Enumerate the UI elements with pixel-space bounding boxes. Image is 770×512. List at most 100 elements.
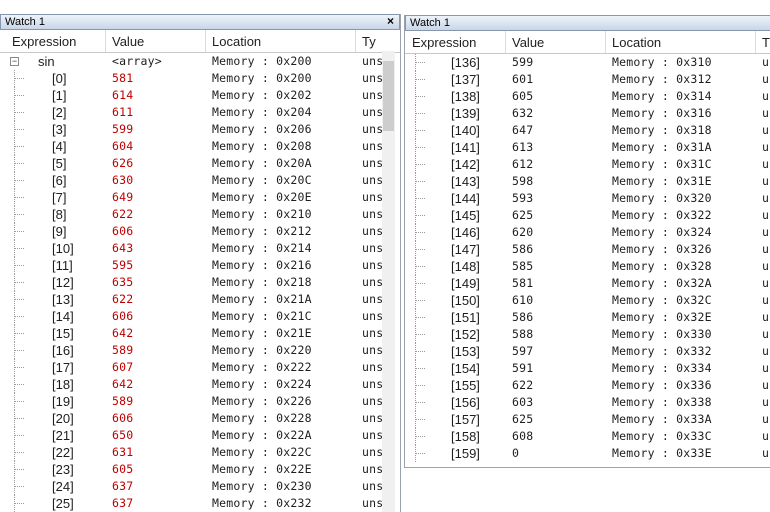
collapse-icon[interactable]: − [10, 57, 19, 66]
row-value[interactable]: 593 [512, 190, 602, 207]
table-row[interactable]: [7] 649 Memory : 0x20E uns [0, 189, 400, 206]
row-value[interactable]: 581 [512, 275, 602, 292]
column-header-location[interactable]: Location [606, 31, 756, 53]
table-row[interactable]: [146] 620 Memory : 0x324 u [405, 224, 770, 241]
table-row[interactable]: [18] 642 Memory : 0x224 uns [0, 376, 400, 393]
table-row[interactable]: [21] 650 Memory : 0x22A uns [0, 427, 400, 444]
row-value[interactable]: 598 [512, 173, 602, 190]
row-value[interactable]: 650 [112, 427, 202, 444]
table-row[interactable]: [155] 622 Memory : 0x336 u [405, 377, 770, 394]
table-row[interactable]: [158] 608 Memory : 0x33C u [405, 428, 770, 445]
table-row[interactable]: [143] 598 Memory : 0x31E u [405, 173, 770, 190]
table-row[interactable]: [23] 605 Memory : 0x22E uns [0, 461, 400, 478]
watch-pane-titlebar[interactable]: Watch 1 × [0, 14, 400, 30]
row-value[interactable]: 581 [112, 70, 202, 87]
table-row[interactable]: [0] 581 Memory : 0x200 uns [0, 70, 400, 87]
column-header-type[interactable]: Ty [356, 30, 386, 52]
scrollbar-thumb[interactable] [383, 61, 394, 131]
table-row[interactable]: [154] 591 Memory : 0x334 u [405, 360, 770, 377]
row-value[interactable]: 630 [112, 172, 202, 189]
row-value[interactable]: 605 [512, 88, 602, 105]
row-value[interactable]: 589 [112, 393, 202, 410]
table-row[interactable]: [157] 625 Memory : 0x33A u [405, 411, 770, 428]
row-value[interactable]: 586 [512, 309, 602, 326]
table-row[interactable]: [139] 632 Memory : 0x316 u [405, 105, 770, 122]
vertical-scrollbar[interactable] [382, 51, 395, 512]
column-header-value[interactable]: Value [106, 30, 206, 52]
table-row[interactable]: [15] 642 Memory : 0x21E uns [0, 325, 400, 342]
row-value[interactable]: 649 [112, 189, 202, 206]
row-value[interactable]: 601 [512, 71, 602, 88]
row-value[interactable]: 642 [112, 376, 202, 393]
table-row[interactable]: [14] 606 Memory : 0x21C uns [0, 308, 400, 325]
row-value[interactable]: 637 [112, 478, 202, 495]
row-value[interactable]: 591 [512, 360, 602, 377]
row-value[interactable]: 620 [512, 224, 602, 241]
table-row[interactable]: [152] 588 Memory : 0x330 u [405, 326, 770, 343]
row-value[interactable]: 647 [512, 122, 602, 139]
table-row[interactable]: [16] 589 Memory : 0x220 uns [0, 342, 400, 359]
table-row[interactable]: [156] 603 Memory : 0x338 u [405, 394, 770, 411]
row-value[interactable]: 631 [112, 444, 202, 461]
table-row[interactable]: [136] 599 Memory : 0x310 u [405, 54, 770, 71]
row-value[interactable]: 622 [512, 377, 602, 394]
row-value[interactable]: 606 [112, 410, 202, 427]
row-value[interactable]: 0 [512, 445, 602, 462]
row-value[interactable]: 589 [112, 342, 202, 359]
table-row[interactable]: [144] 593 Memory : 0x320 u [405, 190, 770, 207]
table-row[interactable]: [10] 643 Memory : 0x214 uns [0, 240, 400, 257]
row-value[interactable]: 611 [112, 104, 202, 121]
table-row[interactable]: [1] 614 Memory : 0x202 uns [0, 87, 400, 104]
table-row[interactable]: [22] 631 Memory : 0x22C uns [0, 444, 400, 461]
table-row[interactable]: [3] 599 Memory : 0x206 uns [0, 121, 400, 138]
row-value[interactable]: 588 [512, 326, 602, 343]
row-value[interactable]: 586 [512, 241, 602, 258]
table-row[interactable]: [17] 607 Memory : 0x222 uns [0, 359, 400, 376]
row-value[interactable]: 585 [512, 258, 602, 275]
table-row[interactable]: [20] 606 Memory : 0x228 uns [0, 410, 400, 427]
table-row[interactable]: [153] 597 Memory : 0x332 u [405, 343, 770, 360]
row-value[interactable]: 643 [112, 240, 202, 257]
table-row[interactable]: [6] 630 Memory : 0x20C uns [0, 172, 400, 189]
table-row[interactable]: [9] 606 Memory : 0x212 uns [0, 223, 400, 240]
table-row[interactable]: [19] 589 Memory : 0x226 uns [0, 393, 400, 410]
row-value[interactable]: 607 [112, 359, 202, 376]
row-value[interactable]: 614 [112, 87, 202, 104]
row-value[interactable]: 599 [512, 54, 602, 71]
table-row[interactable]: [24] 637 Memory : 0x230 uns [0, 478, 400, 495]
row-value[interactable]: 608 [512, 428, 602, 445]
row-value[interactable]: 613 [512, 139, 602, 156]
table-row[interactable]: [8] 622 Memory : 0x210 uns [0, 206, 400, 223]
row-value[interactable]: 625 [512, 411, 602, 428]
row-value[interactable]: 599 [112, 121, 202, 138]
row-value[interactable]: 605 [112, 461, 202, 478]
row-value[interactable]: 632 [512, 105, 602, 122]
table-row[interactable]: [159] 0 Memory : 0x33E u [405, 445, 770, 462]
row-value[interactable]: 597 [512, 343, 602, 360]
column-header-location[interactable]: Location [206, 30, 356, 52]
table-row[interactable]: [11] 595 Memory : 0x216 uns [0, 257, 400, 274]
row-value[interactable]: 606 [112, 223, 202, 240]
row-value[interactable]: 606 [112, 308, 202, 325]
table-row[interactable]: [13] 622 Memory : 0x21A uns [0, 291, 400, 308]
column-header-expression[interactable]: Expression [406, 31, 506, 53]
table-row[interactable]: [142] 612 Memory : 0x31C u [405, 156, 770, 173]
row-value[interactable]: 610 [512, 292, 602, 309]
row-value[interactable]: 622 [112, 206, 202, 223]
table-row[interactable]: [2] 611 Memory : 0x204 uns [0, 104, 400, 121]
row-value[interactable]: 626 [112, 155, 202, 172]
row-value[interactable]: 612 [512, 156, 602, 173]
column-header-value[interactable]: Value [506, 31, 606, 53]
table-row[interactable]: [151] 586 Memory : 0x32E u [405, 309, 770, 326]
row-value[interactable]: 635 [112, 274, 202, 291]
row-value[interactable]: 603 [512, 394, 602, 411]
table-row[interactable]: [12] 635 Memory : 0x218 uns [0, 274, 400, 291]
row-value[interactable]: 642 [112, 325, 202, 342]
table-row[interactable]: [5] 626 Memory : 0x20A uns [0, 155, 400, 172]
table-row[interactable]: [149] 581 Memory : 0x32A u [405, 275, 770, 292]
row-value[interactable]: 622 [112, 291, 202, 308]
table-row[interactable]: [148] 585 Memory : 0x328 u [405, 258, 770, 275]
table-row[interactable]: [141] 613 Memory : 0x31A u [405, 139, 770, 156]
table-row-root[interactable]: − sin <array> Memory : 0x200 uns [0, 53, 400, 70]
table-row[interactable]: [4] 604 Memory : 0x208 uns [0, 138, 400, 155]
